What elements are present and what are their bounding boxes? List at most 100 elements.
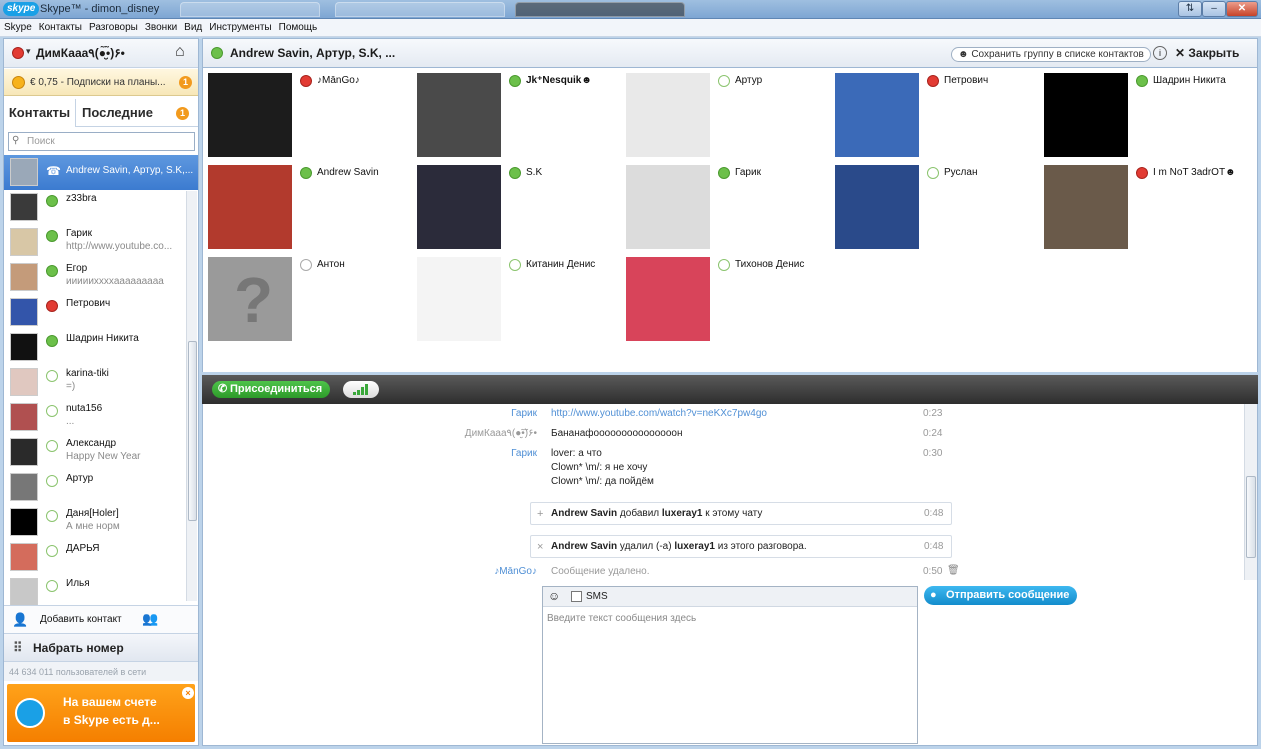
message-link[interactable]: http://www.youtube.com/watch?v=neKXc7pw4… [551, 408, 767, 420]
home-icon[interactable]: ⌂ [175, 43, 185, 61]
tab-contacts[interactable]: Контакты [4, 99, 76, 127]
create-group-icon[interactable]: 👥 [142, 611, 158, 627]
menu-skype[interactable]: Skype [4, 22, 32, 33]
message-input[interactable]: Введите текст сообщения здесь [547, 613, 696, 624]
contact-scroll-thumb[interactable] [188, 341, 197, 521]
message-author[interactable]: ♪MānGo♪ [377, 566, 537, 578]
contact-item[interactable]: Петрович [4, 295, 186, 330]
minimize-button[interactable]: – [1202, 1, 1226, 17]
participant-tile[interactable]: Тихонов Денис [621, 252, 821, 341]
menu-contacts[interactable]: Контакты [39, 22, 82, 33]
contact-name: Артур [66, 473, 94, 484]
sms-checkbox[interactable] [571, 591, 582, 602]
message-author[interactable]: Гарик [377, 448, 537, 460]
system-target[interactable]: luxeray1 [662, 508, 703, 519]
avatar [10, 193, 38, 221]
status-offline-icon [46, 370, 58, 382]
join-call-button[interactable]: ✆ Присоединиться [212, 381, 331, 398]
contact-item[interactable]: nuta156... [4, 400, 186, 435]
status-offline-icon [46, 405, 58, 417]
contact-item[interactable]: ☎ Andrew Savin, Артур, S.K,... [4, 155, 198, 190]
save-group-icon: ☻ [958, 49, 969, 60]
contact-name: Илья [66, 578, 90, 589]
status-offline-icon [46, 545, 58, 557]
system-rest: из этого разговора. [717, 541, 807, 552]
participant-tile[interactable]: I m NoT 3adrOT☻ [1039, 160, 1239, 249]
status-busy-icon [927, 75, 939, 87]
close-icon[interactable]: × [182, 687, 194, 699]
add-contact-row: 👤 Добавить контакт 👥 [4, 605, 198, 633]
emoticon-icon[interactable]: ☺ [548, 589, 560, 603]
participant-name: Антон [317, 259, 345, 270]
contact-item[interactable]: ДАРЬЯ [4, 540, 186, 575]
participant-tile[interactable]: Andrew Savin [203, 160, 403, 249]
chat-scrollbar[interactable] [1244, 404, 1257, 580]
system-actor[interactable]: Andrew Savin [551, 508, 617, 519]
title-bar[interactable]: skype Skype™ - dimon_disney ⇅ – ✕ [0, 0, 1261, 19]
participant-tile[interactable]: Jk⁺Nesquik☻ [412, 68, 612, 157]
recent-badge: 1 [176, 107, 189, 120]
chevron-down-icon[interactable]: ▾ [26, 46, 31, 57]
system-actor[interactable]: Andrew Savin [551, 541, 617, 552]
avatar [10, 403, 38, 431]
restore-button[interactable]: ⇅ [1178, 1, 1202, 17]
tab-recent[interactable]: Последние [82, 99, 153, 127]
menu-conversations[interactable]: Разговоры [89, 22, 138, 33]
dial-button[interactable]: Набрать номер [33, 641, 124, 655]
promo-line-2: в Skype есть д... [63, 713, 160, 727]
message-author[interactable]: ДимКааа٩(●̮̮̃•̃)۶• [377, 428, 537, 440]
add-contact-icon[interactable]: 👤 [12, 612, 28, 628]
message-input-box[interactable]: ☺ SMS Введите текст сообщения здесь [542, 586, 918, 744]
save-group-label: Сохранить группу в списке контактов [971, 49, 1144, 60]
contact-item[interactable]: Гарик http://www.youtube.co... [4, 225, 186, 260]
close-window-button[interactable]: ✕ [1226, 1, 1258, 17]
close-conversation-button[interactable]: ✕ Закрыть [1175, 46, 1239, 60]
participant-tile[interactable]: Петрович [830, 68, 1030, 157]
participant-tile[interactable]: Китанин Денис [412, 252, 612, 341]
participant-tile[interactable]: Гарик [621, 160, 821, 249]
menu-calls[interactable]: Звонки [145, 22, 177, 33]
participant-tile[interactable]: Руслан [830, 160, 1030, 249]
call-quality-button[interactable] [343, 381, 379, 398]
participant-tile[interactable]: ? Антон [203, 252, 403, 341]
message-author[interactable]: Гарик [377, 408, 537, 420]
save-group-button[interactable]: ☻ Сохранить группу в списке контактов [951, 47, 1151, 62]
send-icon: ● [930, 589, 937, 601]
contact-item[interactable]: Илья [4, 575, 186, 605]
contact-item[interactable]: Шадрин Никита [4, 330, 186, 365]
contact-item[interactable]: Александр Happy New Year [4, 435, 186, 470]
add-contact-button[interactable]: Добавить контакт [40, 614, 122, 625]
chat-scroll-thumb[interactable] [1246, 476, 1256, 558]
info-icon[interactable]: i [1153, 46, 1167, 60]
send-message-button[interactable]: ● Отправить сообщение [924, 586, 1078, 605]
message-time: 0:50 [923, 566, 943, 577]
status-offline-icon [718, 75, 730, 87]
credit-row[interactable]: € 0,75 - Подписки на планы... 1 [4, 69, 198, 96]
system-target[interactable]: luxeray1 [674, 541, 715, 552]
trash-icon[interactable]: 🗑 [947, 565, 960, 577]
search-input[interactable]: Поиск [8, 132, 195, 151]
contact-item[interactable]: Даня[Holer] А мне норм [4, 505, 186, 540]
profile-name: ДимКааа٩(●̮̮̃•̃)۶• [36, 46, 125, 60]
contact-item[interactable]: Артур [4, 470, 186, 505]
participant-name: Шадрин Никита [1153, 75, 1226, 86]
contact-item[interactable]: Егор иииииххххааааааааа [4, 260, 186, 295]
participant-tile[interactable]: S.K [412, 160, 612, 249]
participant-name: Руслан [944, 167, 978, 178]
avatar [10, 578, 38, 605]
contact-scrollbar[interactable] [186, 191, 197, 601]
menu-tools[interactable]: Инструменты [209, 22, 271, 33]
dial-row[interactable]: ⠿ Набрать номер [4, 633, 198, 661]
status-busy-icon[interactable] [12, 47, 24, 59]
participant-tile[interactable]: Артур [621, 68, 821, 157]
participant-tile[interactable]: ♪MānGo♪ [203, 68, 403, 157]
profile-row[interactable]: ▾ ДимКааа٩(●̮̮̃•̃)۶• ⌂ [4, 39, 198, 68]
participants-grid: ♪MānGo♪ Jk⁺Nesquik☻ Артур Петрович Шадрин Ни… [202, 68, 1258, 372]
menu-help[interactable]: Помощь [279, 22, 318, 33]
participant-tile[interactable]: Шадрин Никита [1039, 68, 1239, 157]
promo-banner[interactable]: На вашем счете в Skype есть д... × [7, 684, 195, 742]
contact-item[interactable]: z33bra [4, 190, 186, 225]
contact-item[interactable]: karina-tiki =) [4, 365, 186, 400]
avatar [10, 263, 38, 291]
menu-view[interactable]: Вид [184, 22, 202, 33]
